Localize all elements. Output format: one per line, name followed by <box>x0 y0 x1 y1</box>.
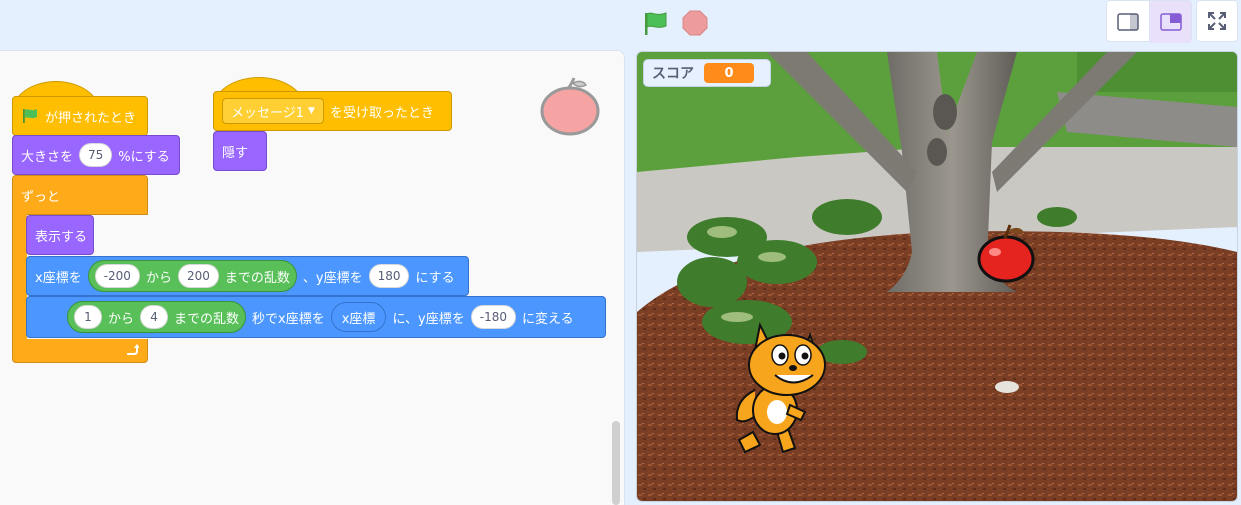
fullscreen-icon <box>1208 12 1226 30</box>
rand2-to-input[interactable]: 4 <box>140 305 169 329</box>
when-flag-clicked-block[interactable]: が押されたとき <box>12 96 148 136</box>
set-size-post: %にする <box>118 149 170 165</box>
glide-y-input[interactable]: -180 <box>470 305 516 329</box>
forever-block[interactable]: ずっと <box>12 175 148 215</box>
stop-button[interactable] <box>680 8 710 38</box>
random-operator-2[interactable]: 1 から 4 までの乱数 <box>67 301 247 333</box>
forever-arm <box>12 214 27 342</box>
size-input[interactable]: 75 <box>79 143 113 167</box>
forever-label: ずっと <box>21 189 61 205</box>
apple-sprite[interactable] <box>975 222 1037 284</box>
message-name: メッセージ1 <box>231 105 305 121</box>
hide-label: 隠す <box>222 145 249 161</box>
small-stage-button[interactable] <box>1107 1 1149 43</box>
score-label: スコア <box>652 66 694 82</box>
random-operator-1[interactable]: -200 から 200 までの乱数 <box>87 260 297 292</box>
set-size-pre: 大きさを <box>21 149 74 165</box>
goto-y-input[interactable]: 180 <box>368 264 410 288</box>
receive-label: を受け取ったとき <box>329 105 434 121</box>
green-flag-icon <box>23 109 37 123</box>
score-value: 0 <box>704 63 754 83</box>
chevron-down-icon: ▼ <box>308 106 315 116</box>
when-flag-text: が押されたとき <box>45 110 137 126</box>
x-position-reporter[interactable]: x座標 <box>330 302 387 332</box>
green-flag-button[interactable] <box>640 8 670 38</box>
show-block[interactable]: 表示する <box>26 215 94 255</box>
show-label: 表示する <box>35 229 88 245</box>
goto-x-label: x座標を <box>35 270 82 286</box>
loop-arrow-icon <box>127 344 139 355</box>
set-size-block[interactable]: 大きさを 75 %にする <box>12 135 180 175</box>
glide-mid-label: 秒でx座標を <box>252 311 325 327</box>
cat-sprite[interactable] <box>725 320 835 460</box>
when-receive-block[interactable]: メッセージ1 ▼ を受け取ったとき <box>213 91 452 131</box>
apple-sprite-thumbnail <box>540 77 600 136</box>
score-monitor[interactable]: スコア 0 <box>643 59 771 87</box>
rand1-to-input[interactable]: 200 <box>177 264 219 288</box>
stop-icon <box>682 10 708 36</box>
forever-foot <box>12 339 148 363</box>
stage-size-toggle <box>1106 0 1192 43</box>
glide-y-label: に、y座標を <box>392 311 465 327</box>
rand2-post: までの乱数 <box>174 311 240 327</box>
code-workspace[interactable]: が押されたとき 大きさを 75 %にする ずっと 表示する x座標を -200 … <box>0 50 625 505</box>
stage[interactable]: スコア 0 <box>636 51 1238 502</box>
rand1-kara: から <box>145 270 172 286</box>
green-flag-icon <box>645 12 667 35</box>
vertical-scrollbar[interactable] <box>612 421 620 505</box>
normal-stage-icon <box>1159 13 1182 31</box>
go-to-xy-block[interactable]: x座標を -200 から 200 までの乱数 、y座標を 180 にする <box>26 256 469 296</box>
message-dropdown[interactable]: メッセージ1 ▼ <box>222 98 324 124</box>
goto-post: にする <box>415 270 455 286</box>
fullscreen-button[interactable] <box>1196 0 1238 42</box>
small-stage-icon <box>1117 13 1139 31</box>
glide-block[interactable]: 1 から 4 までの乱数 秒でx座標を x座標 に、y座標を -180 に変える <box>26 296 606 338</box>
normal-stage-button[interactable] <box>1149 1 1191 43</box>
rand2-kara: から <box>108 311 135 327</box>
rand1-from-input[interactable]: -200 <box>94 264 140 288</box>
goto-y-label: 、y座標を <box>302 270 363 286</box>
rand1-post: までの乱数 <box>224 270 290 286</box>
hide-block[interactable]: 隠す <box>213 131 267 171</box>
rand2-from-input[interactable]: 1 <box>74 305 102 329</box>
glide-post: に変える <box>521 311 574 327</box>
